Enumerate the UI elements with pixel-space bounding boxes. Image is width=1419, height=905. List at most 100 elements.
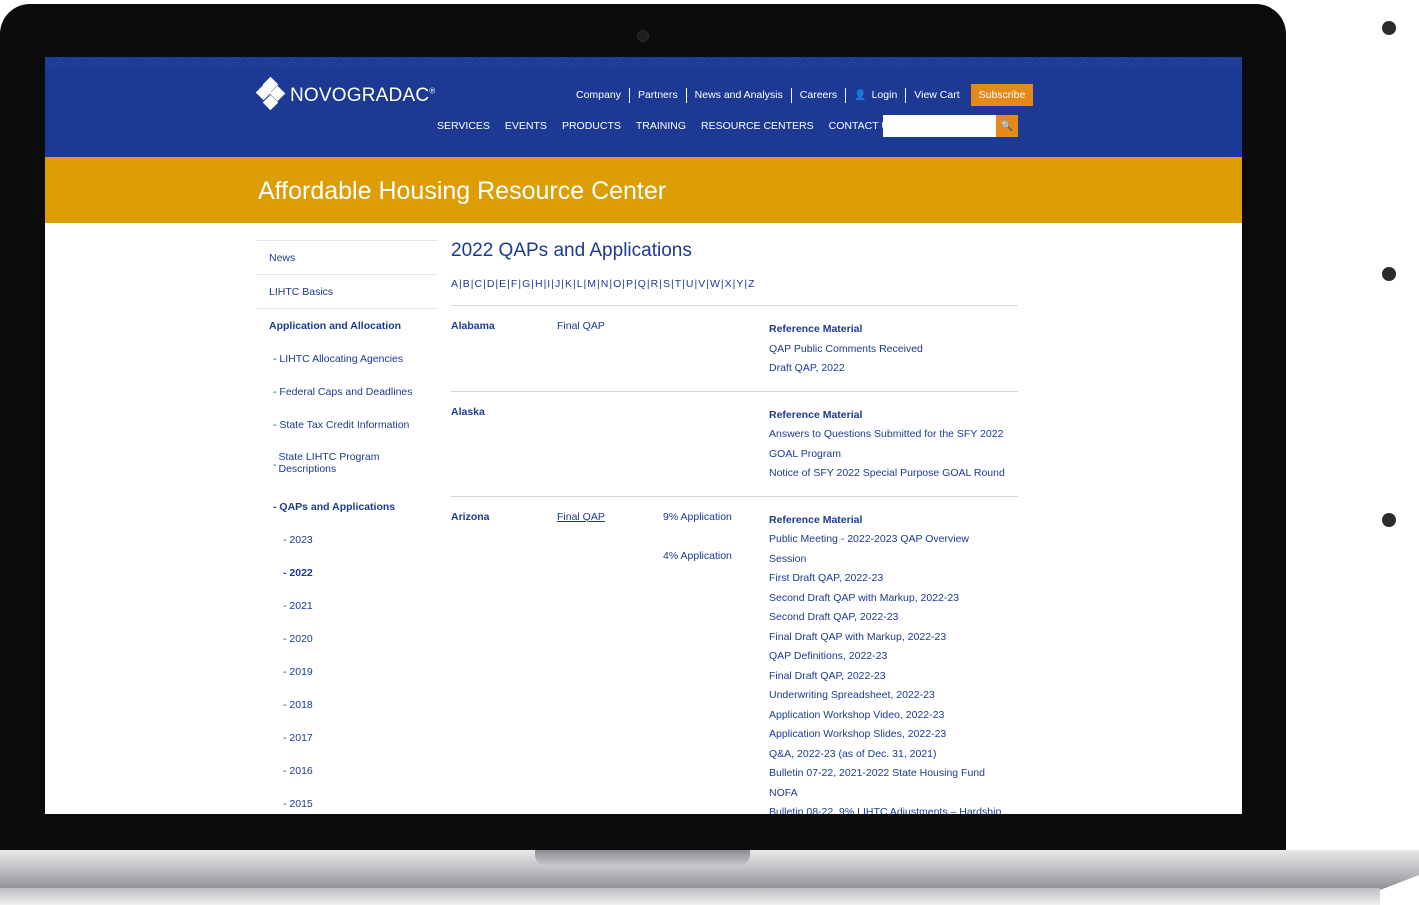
alpha-link-w[interactable]: W <box>710 278 720 290</box>
reference-link[interactable]: Bulletin 07-22, 2021-2022 State Housing … <box>769 764 1018 784</box>
reference-link[interactable]: Second Draft QAP with Markup, 2022-23 <box>769 589 1018 609</box>
sidebar-item-state-tax-credit[interactable]: - State Tax Credit Information <box>257 408 438 441</box>
bullet-icon <box>1382 267 1396 281</box>
alpha-link-i[interactable]: I <box>547 278 550 290</box>
sidebar-item-2020[interactable]: - 2020 <box>257 622 438 655</box>
subscribe-button[interactable]: Subscribe <box>970 84 1034 106</box>
table-row: Alabama Final QAP Reference Material QAP Pu… <box>451 306 1018 392</box>
search-input[interactable] <box>883 115 996 137</box>
alpha-link-q[interactable]: Q <box>638 278 646 290</box>
sidebar-item-lihtc-basics[interactable]: LIHTC Basics <box>257 274 438 308</box>
reference-link[interactable]: GOAL Program <box>769 445 1018 465</box>
sidebar-item-qaps-applications[interactable]: - QAPs and Applications <box>257 490 438 523</box>
alpha-link-b[interactable]: B <box>463 278 470 290</box>
reference-link[interactable]: Notice of SFY 2022 Special Purpose GOAL … <box>769 464 1018 484</box>
state-name: Alaska <box>451 405 485 418</box>
nav-events[interactable]: EVENTS <box>505 120 547 132</box>
sidebar-item-allocating-agencies[interactable]: - LIHTC Allocating Agencies <box>257 342 438 375</box>
alpha-link-k[interactable]: K <box>565 278 572 290</box>
sidebar-item-2021[interactable]: - 2021 <box>257 589 438 622</box>
alpha-link-m[interactable]: M <box>587 278 596 290</box>
reference-link[interactable]: Answers to Questions Submitted for the S… <box>769 425 1018 445</box>
reference-link[interactable]: Draft QAP, 2022 <box>769 359 1018 379</box>
reference-link[interactable]: QAP Public Comments Received <box>769 340 1018 360</box>
nav-products[interactable]: PRODUCTS <box>562 120 621 132</box>
search-button[interactable]: 🔍 <box>996 115 1018 137</box>
alpha-link-y[interactable]: Y <box>736 278 743 290</box>
reference-link[interactable]: NOFA <box>769 784 1018 804</box>
application-link[interactable]: 9% Application <box>663 511 732 523</box>
alpha-link-p[interactable]: P <box>626 278 633 290</box>
alpha-link-t[interactable]: T <box>675 278 681 290</box>
reference-link[interactable]: Application Workshop Slides, 2022-23 <box>769 725 1018 745</box>
final-qap-link[interactable]: Final QAP <box>557 511 605 523</box>
sidebar-item-label: State LIHTC Program Descriptions <box>278 451 380 475</box>
sidebar-item-application-allocation[interactable]: Application and Allocation <box>257 308 438 342</box>
alpha-separator: | <box>670 278 674 290</box>
nav-careers[interactable]: Careers <box>792 87 847 103</box>
reference-link[interactable]: Underwriting Spreadsheet, 2022-23 <box>769 686 1018 706</box>
sidebar-item-program-descriptions[interactable]: - State LIHTC Program Descriptions <box>257 441 438 490</box>
reference-link[interactable]: Second Draft QAP, 2022-23 <box>769 608 1018 628</box>
reference-link[interactable]: First Draft QAP, 2022-23 <box>769 569 1018 589</box>
reference-material: Reference Material Public Meeting - 2022-… <box>769 497 1018 815</box>
sidebar: News LIHTC Basics Application and Alloca… <box>257 240 438 814</box>
alpha-link-d[interactable]: D <box>487 278 495 290</box>
qap-table: Alabama Final QAP Reference Material QAP Pu… <box>451 306 1018 814</box>
alpha-link-v[interactable]: V <box>698 278 705 290</box>
nav-company[interactable]: Company <box>576 87 630 103</box>
application-link[interactable]: 4% Application <box>663 550 732 562</box>
nav-view-cart[interactable]: View Cart <box>906 88 967 103</box>
nav-resource-centers[interactable]: RESOURCE CENTERS <box>701 120 814 132</box>
sidebar-item-2019[interactable]: - 2019 <box>257 655 438 688</box>
alpha-link-h[interactable]: H <box>535 278 543 290</box>
sidebar-item-2023[interactable]: - 2023 <box>257 523 438 556</box>
alpha-link-u[interactable]: U <box>686 278 694 290</box>
alpha-link-a[interactable]: A <box>451 278 458 290</box>
alpha-link-o[interactable]: O <box>613 278 621 290</box>
alpha-separator: | <box>744 278 748 290</box>
sidebar-item-federal-caps[interactable]: - Federal Caps and Deadlines <box>257 375 438 408</box>
main-content: 2022 QAPs and Applications A|B|C|D|E|F|G… <box>451 240 1018 814</box>
alpha-link-f[interactable]: F <box>511 278 517 290</box>
alpha-link-r[interactable]: R <box>651 278 659 290</box>
laptop-bottom <box>0 888 1380 905</box>
sidebar-item-2017[interactable]: - 2017 <box>257 721 438 754</box>
alpha-separator: | <box>543 278 547 290</box>
novogradac-logo-icon <box>255 76 286 114</box>
reference-link[interactable]: Application Workshop Video, 2022-23 <box>769 706 1018 726</box>
reference-link[interactable]: Bulletin 08-22, 9% LIHTC Adjustments – H… <box>769 803 1018 814</box>
reference-link[interactable]: Session <box>769 550 1018 570</box>
sidebar-item-2015[interactable]: - 2015 <box>257 787 438 814</box>
sidebar-item-2016[interactable]: - 2016 <box>257 754 438 787</box>
reference-link[interactable]: Q&A, 2022-23 (as of Dec. 31, 2021) <box>769 745 1018 765</box>
alpha-link-e[interactable]: E <box>499 278 506 290</box>
page-title: 2022 QAPs and Applications <box>451 240 692 261</box>
alpha-link-z[interactable]: Z <box>748 278 754 290</box>
table-row: Arizona Final QAP 9% Application 4% Applica… <box>451 497 1018 815</box>
sidebar-item-2022[interactable]: - 2022 <box>257 556 438 589</box>
logo[interactable]: NOVOGRADAC® <box>255 76 435 114</box>
alpha-link-g[interactable]: G <box>522 278 530 290</box>
reference-link[interactable]: Final Draft QAP with Markup, 2022-23 <box>769 628 1018 648</box>
alpha-link-s[interactable]: S <box>663 278 670 290</box>
nav-login[interactable]: 👤 Login <box>846 87 907 103</box>
alpha-link-j[interactable]: J <box>555 278 560 290</box>
alpha-separator: | <box>646 278 650 290</box>
utility-nav: Company Partners News and Analysis Caree… <box>576 84 1034 106</box>
reference-link[interactable]: Final Draft QAP, 2022-23 <box>769 667 1018 687</box>
nav-services[interactable]: SERVICES <box>437 120 490 132</box>
final-qap-link[interactable]: Final QAP <box>557 320 605 332</box>
alpha-link-x[interactable]: X <box>725 278 732 290</box>
reference-link[interactable]: QAP Definitions, 2022-23 <box>769 647 1018 667</box>
alpha-link-l[interactable]: L <box>577 278 583 290</box>
sidebar-item-news[interactable]: News <box>257 240 438 274</box>
nav-training[interactable]: TRAINING <box>636 120 686 132</box>
alpha-link-n[interactable]: N <box>601 278 609 290</box>
reference-link[interactable]: Public Meeting - 2022-2023 QAP Overview <box>769 530 1018 550</box>
nav-partners[interactable]: Partners <box>630 87 687 103</box>
alpha-separator: | <box>561 278 564 290</box>
sidebar-item-2018[interactable]: - 2018 <box>257 688 438 721</box>
alpha-link-c[interactable]: C <box>475 278 483 290</box>
nav-news-analysis[interactable]: News and Analysis <box>687 87 792 103</box>
